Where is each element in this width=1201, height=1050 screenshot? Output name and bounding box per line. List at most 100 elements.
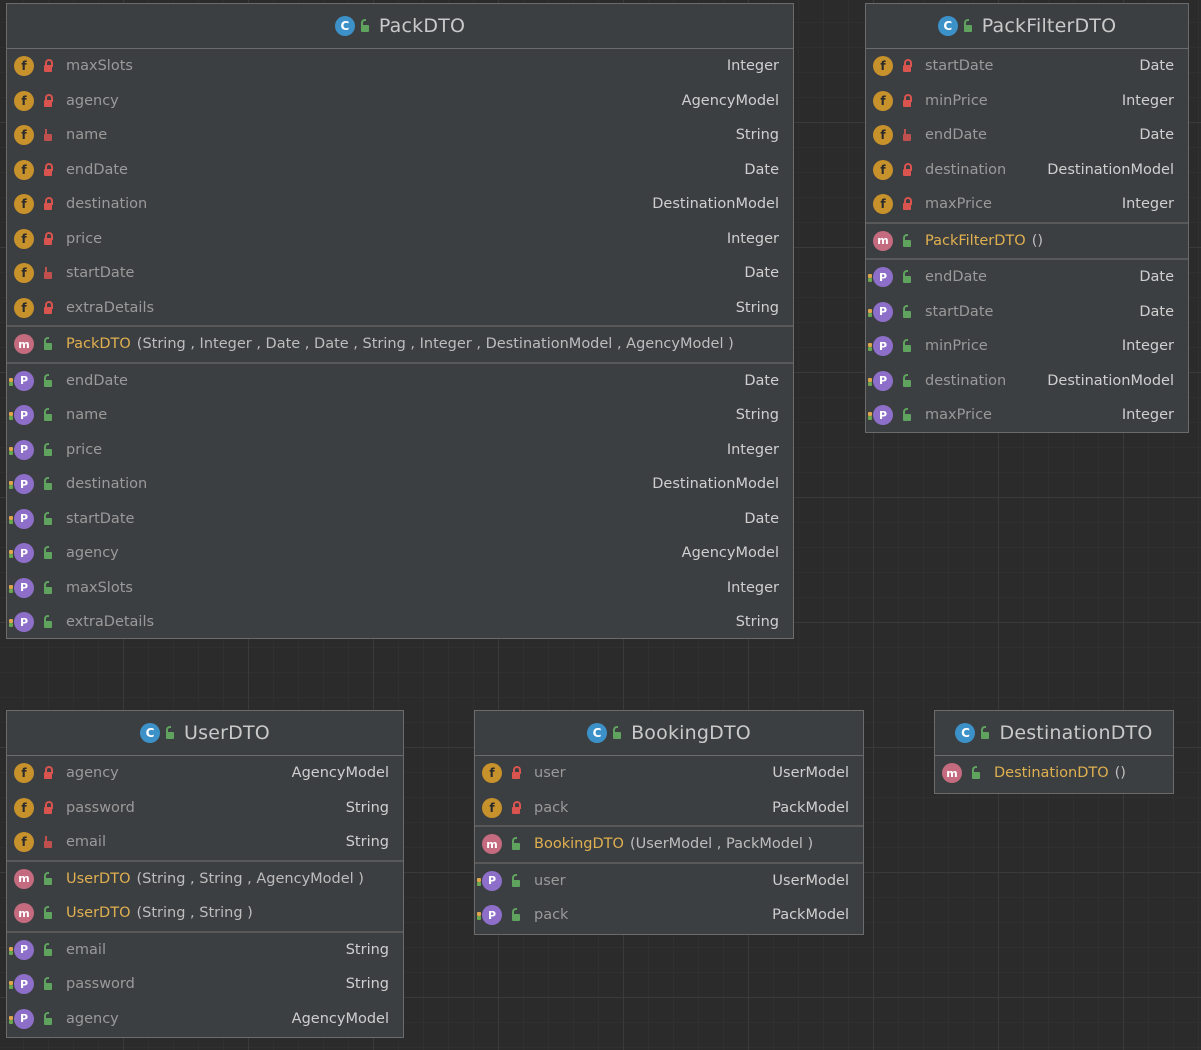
- property-row[interactable]: PendDate Date: [7, 364, 793, 399]
- public-unlock-icon: [901, 304, 913, 319]
- field-icon: f: [14, 159, 34, 180]
- property-row[interactable]: Ppassword String: [7, 967, 403, 1002]
- property-row[interactable]: Pemail String: [7, 933, 403, 968]
- property-row[interactable]: Pagency AgencyModel: [7, 1002, 403, 1037]
- constructor-row[interactable]: m BookingDTO (UserModel , PackModel ): [475, 827, 863, 862]
- field-row[interactable]: f agency AgencyModel: [7, 84, 793, 119]
- field-row[interactable]: f name String: [7, 118, 793, 153]
- field-name: password: [66, 799, 135, 816]
- property-icon: P: [9, 1008, 34, 1029]
- properties-section: PendDate Date PstartDate Date PminPrice Integ…: [866, 260, 1188, 433]
- public-unlock-icon: [359, 19, 371, 33]
- public-unlock-icon: [164, 726, 176, 740]
- property-row[interactable]: PmaxSlots Integer: [7, 571, 793, 606]
- property-icon: P: [9, 370, 34, 391]
- property-row[interactable]: PstartDate Date: [7, 502, 793, 537]
- constructor-name: DestinationDTO: [994, 765, 1109, 782]
- field-name: endDate: [66, 161, 128, 178]
- field-row[interactable]: f password String: [7, 791, 403, 826]
- field-row[interactable]: f startDate Date: [7, 256, 793, 291]
- class-node-userdto[interactable]: C UserDTO f agency AgencyModel f password Strin…: [6, 710, 404, 1038]
- property-row[interactable]: Pdestination DestinationModel: [866, 364, 1188, 399]
- field-row[interactable]: f destination DestinationModel: [7, 187, 793, 222]
- field-type: DestinationModel: [1047, 161, 1174, 178]
- private-lock-icon: [42, 162, 54, 177]
- method-icon: m: [942, 763, 962, 784]
- property-icon: P: [9, 612, 34, 633]
- field-row[interactable]: f minPrice Integer: [866, 84, 1188, 119]
- field-icon: f: [873, 90, 893, 111]
- property-row[interactable]: Puser UserModel: [475, 864, 863, 899]
- field-icon: f: [482, 763, 502, 784]
- public-unlock-icon: [510, 908, 522, 922]
- class-node-packfilterdto[interactable]: C PackFilterDTO f startDate Date f minPrice Int…: [865, 3, 1189, 433]
- class-node-packdto[interactable]: C PackDTO f maxSlots Integer f agency AgencyMod…: [6, 3, 794, 639]
- property-row[interactable]: PstartDate Date: [866, 295, 1188, 330]
- field-icon: f: [14, 263, 34, 284]
- constructor-row[interactable]: m PackDTO (String , Integer , Date , Date …: [7, 327, 793, 362]
- public-unlock-icon: [42, 871, 54, 886]
- constructor-row[interactable]: m DestinationDTO (): [935, 756, 1173, 791]
- field-row[interactable]: f endDate Date: [866, 118, 1188, 153]
- field-name: endDate: [925, 127, 987, 144]
- property-type: AgencyModel: [681, 545, 779, 562]
- property-type: Date: [744, 372, 779, 389]
- field-row[interactable]: f extraDetails String: [7, 291, 793, 326]
- constructor-row[interactable]: m UserDTO (String , String , AgencyModel ): [7, 862, 403, 897]
- class-title: BookingDTO: [631, 722, 751, 744]
- field-type: String: [735, 127, 779, 144]
- field-row[interactable]: f pack PackModel: [475, 791, 863, 826]
- private-lock-icon: [901, 162, 913, 177]
- property-name: endDate: [66, 372, 128, 389]
- constructor-row[interactable]: m UserDTO (String , String ): [7, 896, 403, 931]
- field-type: Integer: [1121, 196, 1174, 213]
- property-row[interactable]: Ppack PackModel: [475, 898, 863, 933]
- field-row[interactable]: f agency AgencyModel: [7, 756, 403, 791]
- public-unlock-icon: [42, 580, 54, 595]
- field-row[interactable]: f price Integer: [7, 222, 793, 257]
- class-node-bookingdto[interactable]: C BookingDTO f user UserModel f pack PackModel m…: [474, 710, 864, 935]
- field-type: Date: [1139, 127, 1174, 144]
- field-icon: f: [14, 90, 34, 111]
- field-row[interactable]: f endDate Date: [7, 153, 793, 188]
- property-row[interactable]: Pagency AgencyModel: [7, 536, 793, 571]
- class-title: PackFilterDTO: [981, 15, 1117, 37]
- private-lock-icon: [42, 300, 54, 315]
- field-row[interactable]: f maxPrice Integer: [866, 187, 1188, 222]
- private-lock-icon: [42, 766, 54, 780]
- property-icon: P: [868, 267, 893, 288]
- field-type: String: [345, 799, 389, 816]
- property-row[interactable]: PextraDetails String: [7, 605, 793, 640]
- field-row[interactable]: f startDate Date: [866, 49, 1188, 84]
- private-lock-icon: [510, 766, 522, 780]
- property-row[interactable]: PendDate Date: [866, 260, 1188, 295]
- class-node-destinationdto[interactable]: C DestinationDTO m DestinationDTO (): [934, 710, 1174, 794]
- field-row[interactable]: f maxSlots Integer: [7, 49, 793, 84]
- property-row[interactable]: Pdestination DestinationModel: [7, 467, 793, 502]
- property-name: agency: [66, 1010, 119, 1027]
- property-icon: P: [477, 905, 502, 926]
- property-row[interactable]: Pprice Integer: [7, 433, 793, 468]
- field-row[interactable]: f email String: [7, 825, 403, 860]
- private-lock-icon: [42, 231, 54, 246]
- property-name: maxPrice: [925, 407, 992, 424]
- field-name: email: [66, 834, 106, 851]
- public-unlock-icon: [611, 726, 623, 740]
- method-icon: m: [873, 230, 893, 251]
- package-private-icon: [901, 128, 913, 142]
- field-row[interactable]: f destination DestinationModel: [866, 153, 1188, 188]
- property-row[interactable]: PminPrice Integer: [866, 329, 1188, 364]
- property-row[interactable]: PmaxPrice Integer: [866, 398, 1188, 433]
- field-icon: f: [873, 159, 893, 180]
- property-row[interactable]: Pname String: [7, 398, 793, 433]
- field-name: user: [534, 765, 566, 782]
- constructor-params: (): [1031, 232, 1044, 249]
- public-unlock-icon: [42, 942, 54, 957]
- field-row[interactable]: f user UserModel: [475, 756, 863, 791]
- class-header: C DestinationDTO: [935, 711, 1173, 756]
- property-name: price: [66, 441, 103, 458]
- property-icon: P: [9, 439, 34, 460]
- constructor-row[interactable]: m PackFilterDTO (): [866, 224, 1188, 259]
- property-icon: P: [9, 508, 34, 529]
- field-icon: f: [873, 125, 893, 146]
